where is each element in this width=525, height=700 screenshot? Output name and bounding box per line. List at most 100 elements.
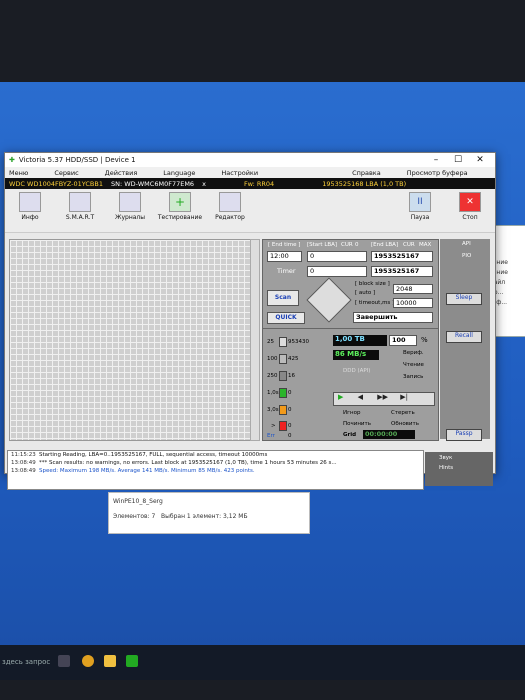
- timeout-select[interactable]: 10000: [393, 298, 433, 308]
- write-radio[interactable]: Запись: [403, 374, 423, 380]
- stat-swatch: [279, 405, 287, 415]
- cur-label[interactable]: CUR: [341, 242, 353, 248]
- toolbar: Инфо S.M.A.R.T Журналы + Тестирование Ред…: [5, 189, 495, 233]
- right-controls: API PIO Sleep Recall Passp: [440, 239, 490, 441]
- tool-smart[interactable]: S.M.A.R.T: [55, 192, 105, 221]
- tool-label: Инфо: [21, 214, 39, 221]
- stat-swatch: [279, 421, 287, 431]
- end-icon[interactable]: ▶|: [400, 393, 408, 401]
- logs-icon: [119, 192, 141, 212]
- end-lba-input[interactable]: 1953525167: [371, 251, 433, 262]
- playback-controls[interactable]: ▶ ◀ ▶▶ ▶|: [333, 392, 435, 406]
- stat-label: 1,0s: [267, 390, 279, 396]
- menu-item[interactable]: Сервис: [50, 169, 78, 177]
- end-lba-current[interactable]: 1953525167: [371, 266, 433, 277]
- auto-label[interactable]: [ auto ]: [355, 290, 375, 296]
- menu-item[interactable]: Language: [159, 169, 195, 177]
- tool-label: Пауза: [410, 214, 430, 221]
- read-radio[interactable]: Чтение: [403, 362, 424, 368]
- skip-icon[interactable]: ▶▶: [377, 393, 388, 401]
- stat-label: 250: [267, 373, 278, 379]
- stop-button[interactable]: ✕ Стоп: [445, 192, 495, 221]
- menu-item[interactable]: Просмотр буфера: [403, 169, 468, 177]
- timeout-label: [ timeout,ms ]: [355, 300, 395, 306]
- smart-icon: [69, 192, 91, 212]
- tool-label: Редактор: [215, 214, 245, 221]
- end-time-input[interactable]: 12:00: [267, 251, 302, 262]
- recall-button[interactable]: Recall: [446, 331, 482, 343]
- tool-info[interactable]: Инфо: [5, 192, 55, 221]
- api-radio[interactable]: API: [462, 241, 471, 247]
- menu-item[interactable]: Действия: [101, 169, 138, 177]
- stat-value: 0: [288, 423, 292, 429]
- main-area: [ End time ] [Start LBA] CUR 0 [End LBA]…: [7, 235, 493, 451]
- scan-button[interactable]: Scan: [267, 290, 299, 306]
- pio-radio[interactable]: PIO: [462, 253, 471, 259]
- menu-item[interactable]: Меню: [5, 169, 28, 177]
- info-icon: [19, 192, 41, 212]
- refresh-radio[interactable]: Обновить: [391, 421, 419, 427]
- hints-checkbox[interactable]: Hints: [439, 465, 493, 471]
- erase-radio[interactable]: Стереть: [391, 410, 415, 416]
- log-text: Starting Reading, LBA=0..1953525167, FUL…: [39, 452, 268, 458]
- back-icon[interactable]: ◀: [358, 393, 363, 401]
- repair-radio[interactable]: Починить: [343, 421, 371, 427]
- stop-icon: ✕: [459, 192, 481, 212]
- device-model[interactable]: WDC WD1004FBYZ-01YCBB1: [5, 180, 107, 188]
- log-row: 13:08:49 *** Scan results: no warnings, n…: [8, 459, 423, 467]
- cur2-label[interactable]: CUR: [403, 242, 415, 248]
- menu-item[interactable]: Настройки: [217, 169, 258, 177]
- close-button[interactable]: ✕: [469, 155, 491, 165]
- timer-input[interactable]: 0: [307, 266, 367, 277]
- maximize-button[interactable]: ☐: [447, 155, 469, 165]
- minimize-button[interactable]: –: [425, 155, 447, 165]
- tool-editor[interactable]: Редактор: [205, 192, 255, 221]
- device-lba: 1953525168 LBA (1,0 TB): [322, 179, 407, 188]
- block-size-select[interactable]: 2048: [393, 284, 433, 294]
- chrome-icon[interactable]: [82, 655, 94, 667]
- ignore-radio[interactable]: Игнор: [343, 410, 360, 416]
- log-row: 13:08:49 Speed: Maximum 198 MB/s. Average…: [8, 467, 423, 475]
- start-lba-input[interactable]: 0: [307, 251, 367, 262]
- timer-label: Timer: [277, 267, 296, 275]
- direction-pad[interactable]: [306, 277, 352, 323]
- stat-swatch: [279, 371, 287, 381]
- explorer-item[interactable]: WinPE10_8_Serg: [109, 497, 309, 506]
- max-label[interactable]: MAX: [419, 242, 431, 248]
- menu-item[interactable]: Справка: [348, 169, 381, 177]
- victoria-window: ✚ Victoria 5.37 HDD/SSD | Device 1 – ☐ ✕…: [4, 152, 496, 490]
- sleep-button[interactable]: Sleep: [446, 293, 482, 305]
- stat-label: 25: [267, 339, 274, 345]
- explorer-icon[interactable]: [104, 655, 116, 667]
- stat-value: 0: [288, 407, 292, 413]
- err-value: 0: [288, 433, 292, 439]
- pause-button[interactable]: II Пауза: [395, 192, 445, 221]
- finish-action-select[interactable]: Завершить: [353, 312, 433, 323]
- verify-radio[interactable]: Вериф.: [403, 350, 424, 356]
- sound-checkbox[interactable]: Звук: [439, 455, 493, 461]
- passp-button[interactable]: Passp: [446, 429, 482, 441]
- device-close[interactable]: x: [198, 180, 210, 188]
- play-icon[interactable]: ▶: [338, 393, 343, 401]
- tool-label: Стоп: [462, 214, 478, 221]
- tool-label: S.M.A.R.T: [65, 214, 95, 221]
- tool-label: Журналы: [115, 214, 145, 221]
- grid-scrollbar[interactable]: [250, 239, 260, 441]
- tool-testing[interactable]: + Тестирование: [155, 192, 205, 221]
- stat-label: 100: [267, 356, 278, 362]
- quick-button[interactable]: QUICK: [267, 312, 305, 324]
- stat-value: 953430: [288, 339, 309, 345]
- stat-value: 425: [288, 356, 299, 362]
- log-time: 11:15:23: [11, 452, 36, 458]
- task-view-icon[interactable]: [58, 655, 70, 667]
- grid-checkbox[interactable]: Grid: [343, 432, 356, 438]
- tool-logs[interactable]: Журналы: [105, 192, 155, 221]
- victoria-taskbar-icon[interactable]: [126, 655, 138, 667]
- zero-label[interactable]: 0: [355, 242, 359, 248]
- sector-grid: [9, 239, 251, 441]
- ddd-api-checkbox[interactable]: DDD (API): [343, 368, 370, 374]
- taskbar-search[interactable]: здесь запрос: [0, 653, 55, 671]
- stat-label: >: [271, 423, 276, 429]
- pause-icon: II: [409, 192, 431, 212]
- speed-display: 86 MB/s: [333, 350, 379, 360]
